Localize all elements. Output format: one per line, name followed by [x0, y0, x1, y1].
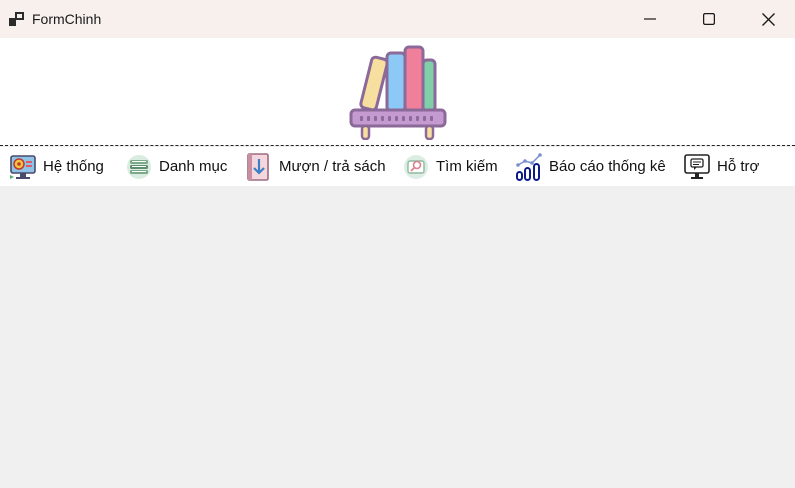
- menu-label: Hỗ trợ: [717, 158, 760, 175]
- category-stack-icon: [127, 154, 151, 179]
- close-icon: [761, 12, 775, 26]
- maximize-button[interactable]: [680, 0, 738, 38]
- menu-label: Báo cáo thống kê: [549, 158, 666, 175]
- main-menu-bar: Hệ thống Danh mục Mượn / trả sách Tìm ki…: [0, 147, 795, 186]
- minimize-icon: [644, 18, 656, 20]
- report-chart-icon: [516, 152, 542, 181]
- menu-item-bao-cao-thong-ke[interactable]: Báo cáo thống kê: [515, 147, 666, 186]
- menu-item-muon-tra-sach[interactable]: Mượn / trả sách: [245, 147, 386, 186]
- menu-label: Tìm kiếm: [436, 158, 498, 175]
- close-button[interactable]: [739, 0, 795, 38]
- header-banner: [0, 38, 795, 145]
- minimize-button[interactable]: [621, 0, 679, 38]
- window-title: FormChinh: [32, 11, 102, 27]
- menu-item-tim-kiem[interactable]: Tìm kiếm: [402, 147, 498, 186]
- main-content-area: [0, 186, 795, 488]
- book-download-icon: [247, 152, 269, 181]
- menu-item-he-thong[interactable]: Hệ thống: [9, 147, 104, 186]
- system-monitor-icon: [10, 154, 36, 179]
- banner-divider: [0, 145, 795, 146]
- menu-item-ho-tro[interactable]: Hỗ trợ: [683, 147, 759, 186]
- menu-label: Mượn / trả sách: [279, 158, 386, 175]
- bookshelf-icon: [349, 45, 447, 140]
- menu-label: Danh mục: [159, 158, 228, 175]
- menu-item-danh-muc[interactable]: Danh mục: [125, 147, 227, 186]
- menu-label: Hệ thống: [43, 158, 104, 175]
- support-monitor-icon: [684, 153, 710, 179]
- maximize-icon: [703, 13, 715, 25]
- title-bar[interactable]: FormChinh: [0, 0, 795, 38]
- search-icon: [404, 154, 428, 179]
- main-window: FormChinh Hệ thống Danh mục Mượn / trả s…: [0, 0, 795, 488]
- window-app-icon: [9, 12, 24, 26]
